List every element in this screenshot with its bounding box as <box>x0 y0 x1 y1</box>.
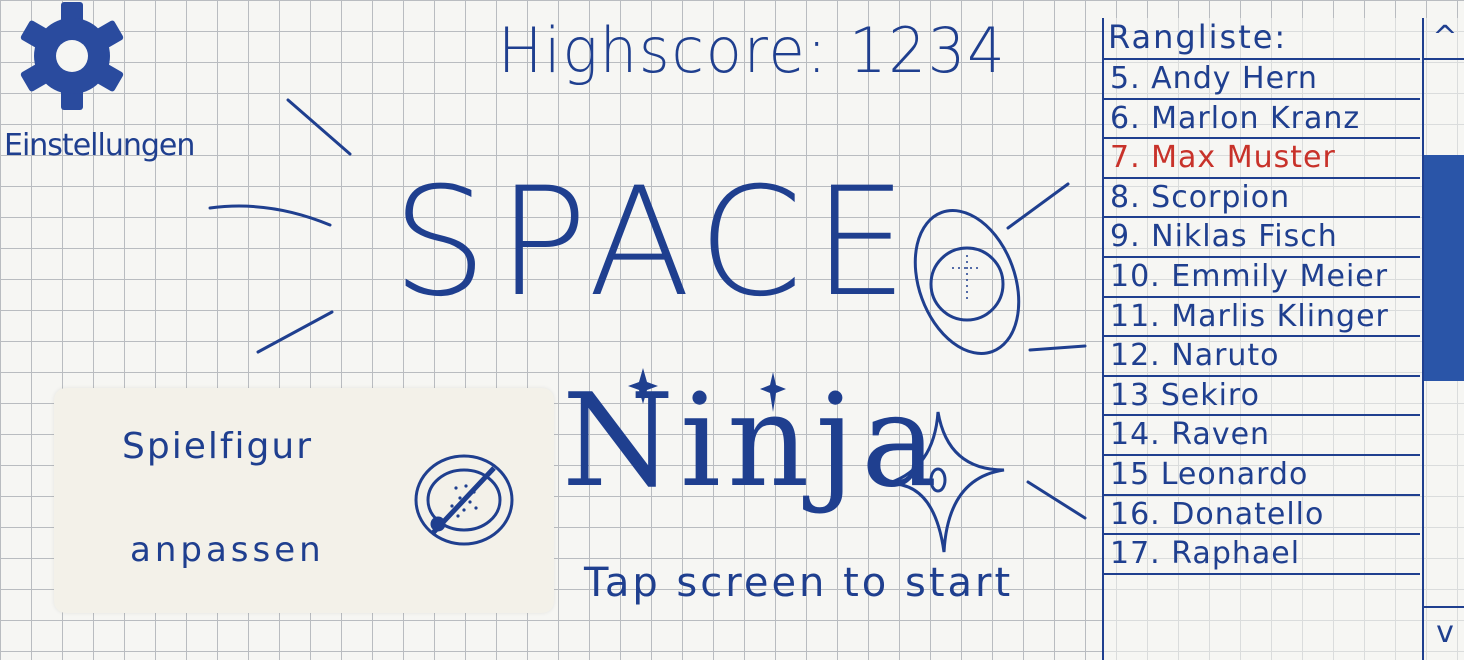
leaderboard-entry[interactable]: 16. Donatello <box>1104 496 1420 536</box>
leaderboard-entry[interactable]: 13 Sekiro <box>1104 377 1420 417</box>
speed-line <box>1028 344 1087 352</box>
game-title-space: SPACE <box>392 156 918 330</box>
customize-label-line1: Spielfigur <box>122 426 313 467</box>
scroll-up-button[interactable]: ^ <box>1424 18 1464 60</box>
scroll-down-button[interactable]: v <box>1424 606 1464 660</box>
leaderboard-entry[interactable]: 10. Emmily Meier <box>1104 258 1420 298</box>
gear-icon <box>20 2 124 110</box>
leaderboard-entry[interactable]: 9. Niklas Fisch <box>1104 218 1420 258</box>
leaderboard-entry[interactable]: 6. Marlon Kranz <box>1104 100 1420 140</box>
leaderboard-list[interactable]: 5. Andy Hern 6. Marlon Kranz 7. Max Must… <box>1104 58 1420 575</box>
speed-line <box>1026 480 1087 520</box>
character-face-icon <box>414 454 514 546</box>
speed-line <box>208 204 332 227</box>
customize-label-line2: anpassen <box>130 530 325 570</box>
game-title-ninja: Ninja <box>562 367 944 516</box>
leaderboard-entry[interactable]: 5. Andy Hern <box>1104 60 1420 100</box>
leaderboard-entry[interactable]: 8. Scorpion <box>1104 179 1420 219</box>
leaderboard-entry[interactable]: 14. Raven <box>1104 416 1420 456</box>
leaderboard-entry-current-player[interactable]: 7. Max Muster <box>1104 139 1420 179</box>
settings-label[interactable]: Einstellungen <box>4 128 195 163</box>
settings-button[interactable] <box>8 2 138 112</box>
highscore-display: Highscore: 1234 <box>498 14 1007 87</box>
leaderboard-entry[interactable]: 15 Leonardo <box>1104 456 1420 496</box>
customize-character-button[interactable]: Spielfigur anpassen <box>54 388 554 613</box>
leaderboard-title: Rangliste: <box>1108 18 1288 56</box>
leaderboard-entry[interactable]: 12. Naruto <box>1104 337 1420 377</box>
leaderboard-panel: Rangliste: 5. Andy Hern 6. Marlon Kranz … <box>1102 18 1464 660</box>
speed-line <box>1006 182 1070 230</box>
leaderboard-entry[interactable]: 11. Marlis Klinger <box>1104 298 1420 338</box>
leaderboard-entry[interactable]: 17. Raphael <box>1104 535 1420 575</box>
start-hint[interactable]: Tap screen to start <box>584 560 1013 606</box>
speed-line <box>256 310 334 354</box>
speed-line <box>286 98 352 156</box>
leaderboard-scrollbar[interactable]: ^ v <box>1422 18 1464 660</box>
scroll-thumb[interactable] <box>1424 155 1464 382</box>
